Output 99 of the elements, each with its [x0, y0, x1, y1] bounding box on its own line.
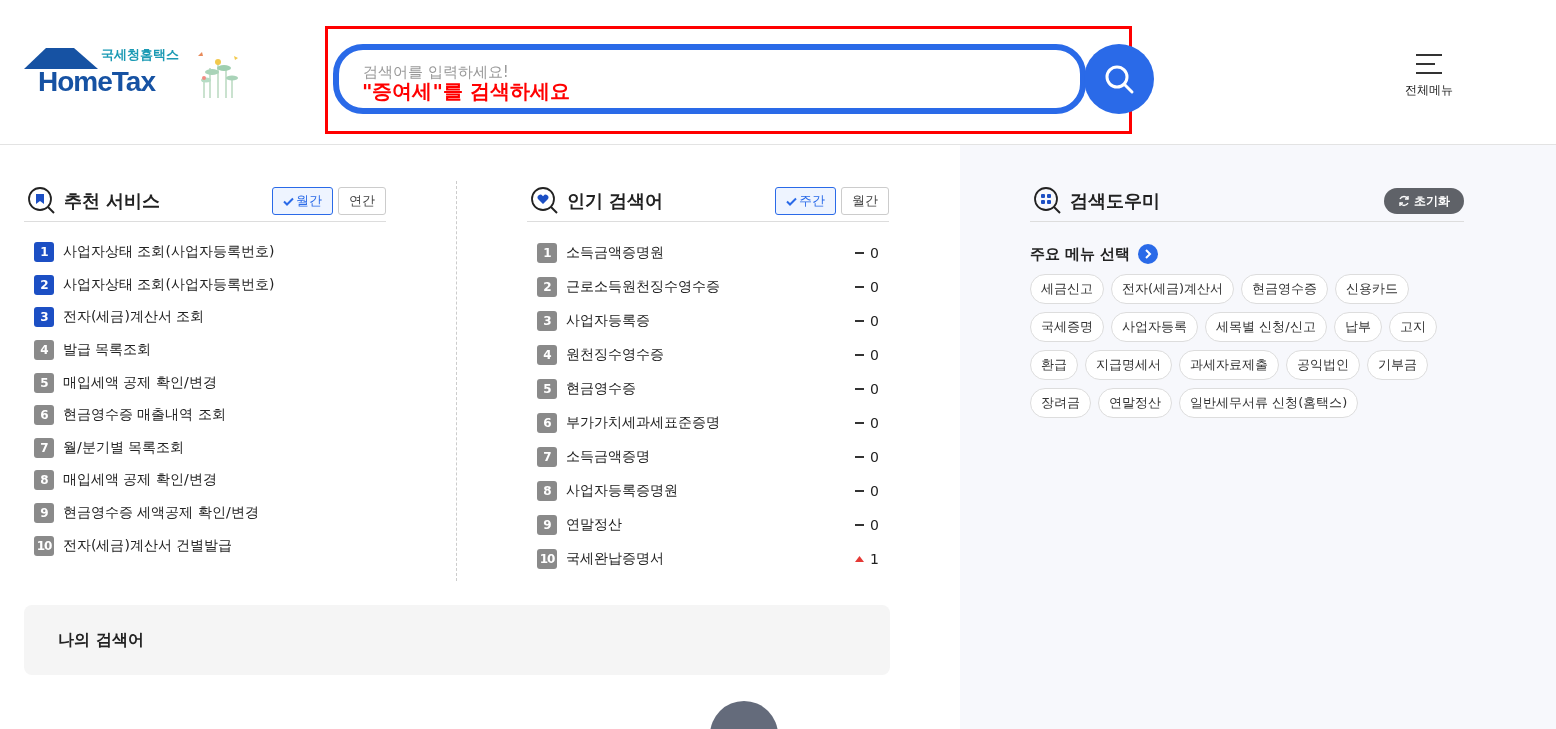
service-link[interactable]: 현금영수증 매출내역 조회: [63, 406, 386, 425]
service-link[interactable]: 전자(세금)계산서 건별발급: [63, 536, 386, 555]
refresh-icon: [1398, 195, 1410, 207]
keyword-link[interactable]: 국세완납증명서: [566, 550, 856, 568]
rank-change: 1: [870, 551, 879, 567]
menu-icon: [1416, 54, 1442, 74]
keyword-link[interactable]: 사업자등록증명원: [566, 482, 856, 500]
menu-chip[interactable]: 공익법인: [1286, 350, 1360, 380]
menu-chip[interactable]: 일반세무서류 신청(홈택스): [1179, 388, 1359, 418]
service-link[interactable]: 매입세액 공제 확인/변경: [63, 373, 386, 392]
heart-search-icon: [531, 187, 559, 215]
keyword-link[interactable]: 연말정산: [566, 516, 856, 534]
rank-change: 0: [870, 347, 879, 363]
bookmark-search-icon: [28, 187, 56, 215]
rank-badge: 5: [537, 379, 557, 399]
dash-icon: [855, 456, 865, 458]
reset-button[interactable]: 초기화: [1384, 188, 1464, 214]
period-tab[interactable]: 연간: [338, 187, 386, 215]
rank-badge: 6: [537, 413, 557, 433]
logo-subtitle: 국세청홈택스: [101, 46, 179, 64]
menu-chip[interactable]: 국세증명: [1030, 312, 1104, 342]
menu-chip[interactable]: 장려금: [1030, 388, 1091, 418]
section-title: 검색도우미: [1070, 189, 1161, 213]
keyword-link[interactable]: 근로소득원천징수영수증: [566, 278, 856, 296]
rank-change: 0: [870, 313, 879, 329]
rank-badge: 7: [537, 447, 557, 467]
rank-badge: 9: [537, 515, 557, 535]
menu-chip[interactable]: 전자(세금)계산서: [1111, 274, 1235, 304]
rank-change: 0: [870, 517, 879, 533]
dash-icon: [855, 524, 865, 526]
section-title: 인기 검색어: [567, 189, 665, 213]
menu-chip[interactable]: 연말정산: [1098, 388, 1172, 418]
keyword-link[interactable]: 사업자등록증: [566, 312, 856, 330]
rank-change: 0: [870, 449, 879, 465]
menu-button[interactable]: 전체메뉴: [1405, 54, 1453, 99]
service-link[interactable]: 현금영수증 세액공제 확인/변경: [63, 504, 386, 523]
rank-change: 0: [870, 245, 879, 261]
service-link[interactable]: 매입세액 공제 확인/변경: [63, 471, 386, 490]
dash-icon: [855, 422, 865, 424]
menu-chip[interactable]: 사업자등록: [1111, 312, 1198, 342]
grid-search-icon: [1034, 187, 1062, 215]
up-arrow-icon: [855, 556, 865, 562]
rank-badge: 10: [537, 549, 557, 569]
rank-badge: 2: [537, 277, 557, 297]
service-link[interactable]: 사업자상태 조회(사업자등록번호): [63, 243, 386, 262]
dash-icon: [855, 252, 865, 254]
service-link[interactable]: 전자(세금)계산서 조회: [63, 308, 386, 327]
menu-chip[interactable]: 세금신고: [1030, 274, 1104, 304]
rank-change: 0: [870, 483, 879, 499]
service-link[interactable]: 발급 목록조회: [63, 341, 386, 360]
dash-icon: [855, 354, 865, 356]
service-link[interactable]: 사업자상태 조회(사업자등록번호): [63, 275, 386, 294]
dash-icon: [855, 388, 865, 390]
menu-chip[interactable]: 기부금: [1367, 350, 1428, 380]
rank-badge: 6: [34, 405, 54, 426]
rank-badge: 1: [34, 242, 54, 263]
rank-badge: 3: [34, 307, 54, 328]
keyword-link[interactable]: 소득금액증명원: [566, 244, 856, 262]
dash-icon: [855, 286, 865, 288]
menu-chip[interactable]: 현금영수증: [1241, 274, 1329, 304]
check-icon: [283, 196, 294, 206]
rank-change: 0: [870, 279, 879, 295]
keyword-link[interactable]: 부가가치세과세표준증명: [566, 414, 856, 432]
section-title: 추천 서비스: [64, 189, 162, 213]
rank-change: 0: [870, 381, 879, 397]
keyword-link[interactable]: 원천징수영수증: [566, 346, 856, 364]
menu-chip[interactable]: 과세자료제출: [1179, 350, 1279, 380]
dash-icon: [855, 320, 865, 322]
keyword-link[interactable]: 소득금액증명: [566, 448, 856, 466]
dash-icon: [855, 490, 865, 492]
logo-title: HomeTax: [38, 66, 155, 98]
panel-title: 나의 검색어: [58, 629, 144, 651]
check-icon: [786, 196, 797, 206]
search-icon: [1103, 63, 1135, 95]
rank-badge: 4: [34, 340, 54, 361]
rank-badge: 3: [537, 311, 557, 331]
rank-badge: 4: [537, 345, 557, 365]
rank-badge: 5: [34, 372, 54, 393]
period-tab[interactable]: 월간: [841, 187, 889, 215]
menu-chip[interactable]: 신용카드: [1335, 274, 1410, 304]
rank-badge: 1: [537, 243, 557, 263]
menu-chip[interactable]: 지급명세서: [1085, 350, 1172, 380]
menu-chip[interactable]: 환급: [1030, 350, 1078, 380]
menu-chip[interactable]: 고지: [1388, 312, 1437, 342]
section-subtitle: 주요 메뉴 선택: [1030, 244, 1131, 264]
service-link[interactable]: 월/분기별 목록조회: [63, 438, 386, 457]
menu-chip[interactable]: 세목별 신청/신고: [1205, 312, 1327, 342]
menu-chip[interactable]: 납부: [1333, 312, 1382, 342]
rank-badge: 10: [34, 535, 54, 556]
rank-badge: 9: [34, 503, 54, 524]
period-tab[interactable]: 주간: [775, 187, 836, 215]
rank-change: 0: [870, 415, 879, 431]
rank-badge: 8: [537, 481, 557, 501]
rank-badge: 2: [34, 274, 54, 295]
chevron-circle-icon[interactable]: [1138, 244, 1159, 264]
keyword-link[interactable]: 현금영수증: [566, 380, 856, 398]
rank-badge: 8: [34, 470, 54, 491]
period-tab[interactable]: 월간: [272, 187, 333, 215]
rank-badge: 7: [34, 437, 54, 458]
